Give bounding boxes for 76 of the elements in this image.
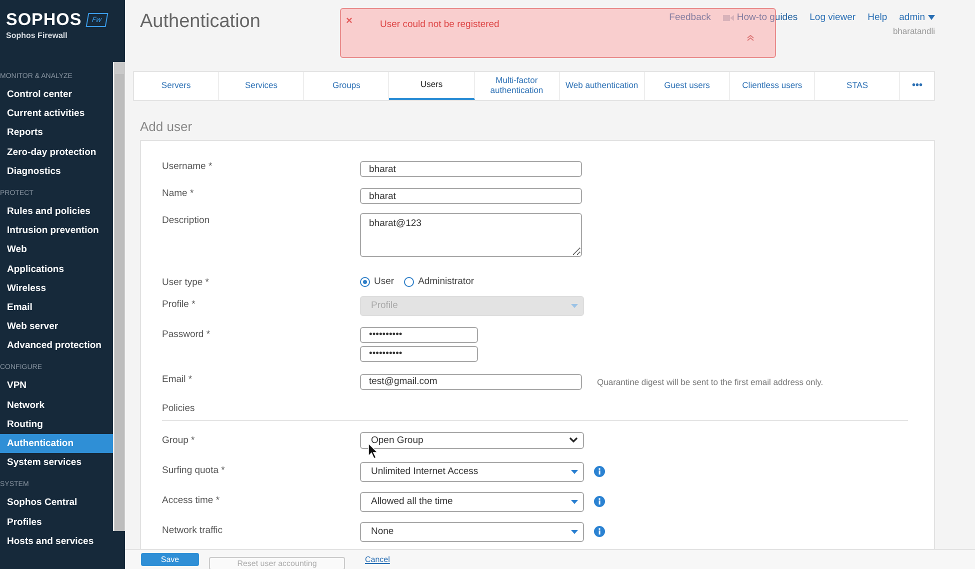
chevron-down-icon [569, 437, 578, 444]
nav-item[interactable]: Reports [0, 123, 113, 143]
dropdown[interactable]: None [360, 522, 584, 542]
field-label: Network traffic [162, 524, 224, 536]
video-camera-icon [722, 14, 734, 22]
tab[interactable]: Groups [304, 72, 390, 100]
field-label: Group * [162, 434, 196, 446]
error-message: User could not be registered [380, 19, 500, 30]
cancel-link[interactable]: Cancel [355, 553, 400, 566]
dropdown[interactable]: Open Group [360, 432, 584, 449]
nav-item[interactable]: Rules and policies [0, 202, 113, 222]
field-label: Surfing quota * [162, 464, 226, 476]
nav-item[interactable]: Sophos Central [0, 493, 113, 513]
header-link[interactable]: Log viewer [810, 12, 856, 23]
nav-item[interactable]: Control center [0, 85, 113, 104]
brand-logo: SOPHOS [6, 10, 82, 30]
input-field[interactable]: bharat [360, 188, 582, 204]
nav-item[interactable]: Network [0, 396, 113, 415]
field-label: Description [162, 214, 211, 226]
scrollbar[interactable] [113, 62, 125, 531]
form-title: Add user [140, 119, 194, 134]
dropdown[interactable]: Allowed all the time [360, 492, 584, 512]
field-label: Username * [162, 160, 214, 172]
nav-item[interactable]: Intrusion prevention [0, 221, 113, 240]
input-field[interactable]: bharat [360, 161, 582, 177]
tab[interactable]: Clientless users [730, 72, 816, 100]
field-label: User type * [162, 276, 210, 288]
nav-item[interactable]: Diagnostics [0, 162, 113, 181]
host-name: bharatandli [892, 26, 935, 36]
field-label: Password * [162, 328, 212, 340]
tab[interactable]: Servers [134, 72, 220, 100]
nav-item[interactable]: Advanced protection [0, 336, 113, 356]
tab[interactable]: Web authentication [560, 72, 645, 100]
nav-item[interactable]: Profiles [0, 512, 113, 532]
nav-item[interactable]: Wireless [0, 278, 113, 298]
tab[interactable]: Guest users [644, 72, 730, 100]
nav-item[interactable]: Web server [0, 317, 113, 336]
page-title: Authentication [139, 10, 260, 34]
nav-item[interactable]: System services [0, 453, 113, 472]
nav-item[interactable]: Routing [0, 414, 113, 434]
mouse-cursor-icon [368, 443, 378, 459]
tab[interactable]: Services [219, 72, 304, 100]
more-tab[interactable]: ••• [900, 72, 934, 100]
nav-item[interactable]: Zero-day protection [0, 142, 113, 162]
field-label: Profile * [162, 298, 196, 310]
product-name: Sophos Firewall [6, 31, 68, 40]
input-field[interactable]: test@gmail.com [360, 374, 582, 390]
nav-item[interactable]: Hosts and services [0, 532, 113, 551]
section-heading: Policies [162, 398, 908, 421]
nav-item[interactable]: Email [0, 298, 113, 318]
collapse-icon [747, 35, 754, 41]
radio-option[interactable]: Administrator [404, 276, 474, 288]
caret-icon [571, 304, 578, 308]
caret-icon [571, 470, 578, 474]
caret-icon [571, 530, 578, 534]
caret-icon [928, 15, 935, 20]
radio-option[interactable]: User [360, 276, 394, 288]
nav-item[interactable]: Web [0, 240, 113, 260]
field-label: Name * [162, 187, 195, 200]
field-label: Email * [162, 372, 194, 385]
tab[interactable]: Multi-factor authentication [474, 72, 560, 100]
header-link[interactable]: How-to guides [722, 12, 798, 23]
nav-item[interactable]: Applications [0, 260, 113, 279]
field-label: Access time * [162, 494, 221, 506]
dropdown[interactable]: Unlimited Internet Access [360, 462, 584, 482]
nav-item[interactable]: Current activities [0, 104, 113, 124]
caret-icon [571, 500, 578, 504]
text-area[interactable]: bharat@123 [360, 213, 582, 258]
password-field[interactable]: •••••••••• [360, 326, 478, 343]
hint-text: Quarantine digest will be sent to the first email address only. [597, 376, 824, 387]
tab[interactable]: Users [389, 72, 475, 100]
nav-item[interactable]: VPN [0, 376, 113, 396]
password-field[interactable]: •••••••••• [360, 346, 478, 362]
user-menu[interactable]: admin [899, 12, 935, 23]
header-link[interactable]: Help [868, 12, 888, 23]
tab[interactable]: STAS [815, 72, 900, 100]
